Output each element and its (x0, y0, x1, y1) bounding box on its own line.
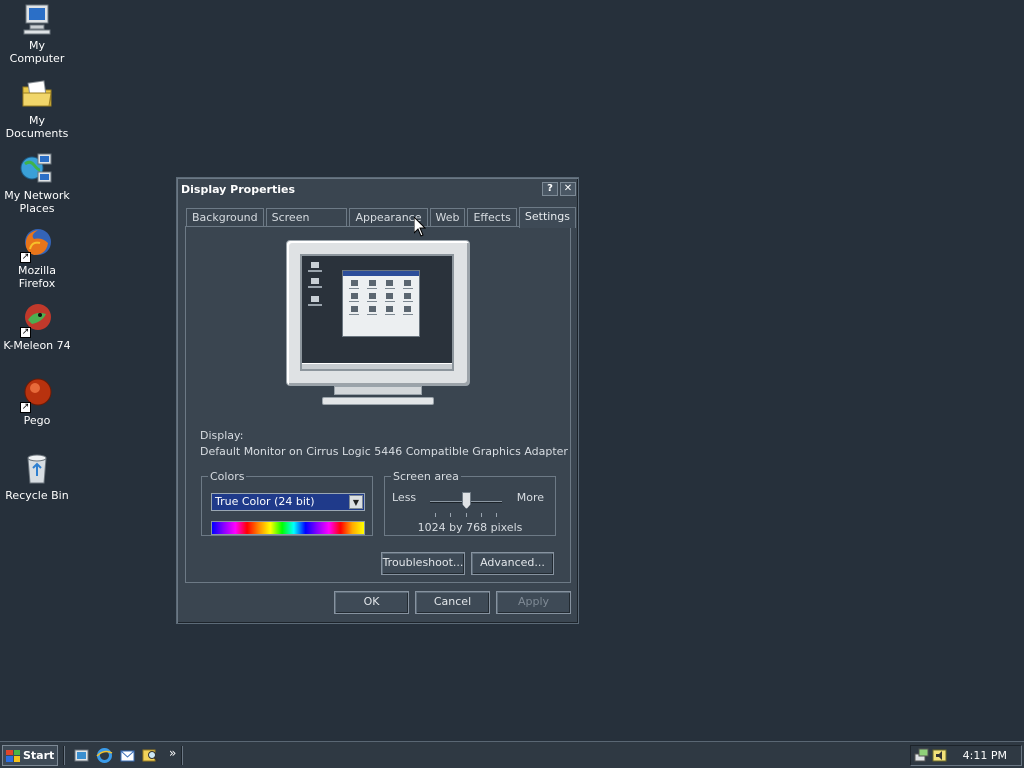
internet-explorer-icon[interactable] (96, 747, 113, 764)
tab-screen-saver[interactable]: Screen Saver (265, 208, 348, 242)
desktop-icon-k-meleon[interactable]: ↗ K-Meleon 74 (0, 302, 74, 352)
firefox-icon: ↗ (20, 227, 54, 263)
settings-panel: Display: Default Monitor on Cirrus Logic… (185, 226, 571, 583)
preview-desktop-icon (308, 278, 322, 290)
troubleshoot-button[interactable]: Troubleshoot... (381, 552, 465, 575)
close-button[interactable]: ✕ (560, 182, 576, 196)
desktop-icon-my-network-places[interactable]: My Network Places (0, 152, 74, 215)
preview-window (342, 270, 420, 337)
taskbar: Start » 4:11 PM (0, 741, 1024, 768)
windows-logo-icon (6, 749, 20, 762)
pego-icon: ↗ (20, 377, 54, 413)
taskbar-clock[interactable]: 4:11 PM (963, 749, 1007, 762)
tab-settings[interactable]: Settings (518, 207, 576, 228)
start-label: Start (23, 749, 55, 762)
desktop-icon-mozilla-firefox[interactable]: ↗ Mozilla Firefox (0, 227, 74, 290)
shortcut-arrow-icon: ↗ (20, 252, 31, 263)
desktop-icon-label: My Computer (9, 39, 65, 65)
documents-folder-icon (20, 77, 54, 111)
desktop-icon-pego[interactable]: ↗ Pego (0, 377, 74, 427)
resolution-readout: 1024 by 768 pixels (417, 521, 523, 534)
tab-effects[interactable]: Effects (467, 208, 517, 227)
colors-selected-value: True Color (24 bit) (215, 495, 315, 508)
display-label: Display: (200, 429, 244, 442)
recycle-bin-icon (20, 452, 54, 486)
tab-strip: Background Screen Saver Appearance Web E… (186, 206, 578, 242)
taskbar-separator (181, 746, 183, 765)
start-button[interactable]: Start (2, 745, 58, 766)
volume-tray-icon[interactable] (932, 748, 947, 763)
network-tray-icon[interactable] (914, 748, 929, 763)
preview-taskbar (302, 363, 452, 369)
mouse-cursor-icon (414, 217, 426, 237)
desktop-icon-label: Mozilla Firefox (18, 264, 56, 290)
dialog-title: Display Properties (181, 182, 296, 196)
colors-legend: Colors (210, 470, 245, 483)
k-meleon-icon: ↗ (20, 302, 54, 338)
system-tray: 4:11 PM (910, 745, 1022, 766)
show-desktop-icon[interactable] (73, 747, 90, 764)
tab-background[interactable]: Background (186, 208, 264, 227)
computer-icon (20, 2, 54, 36)
preview-desktop-icon (308, 296, 322, 308)
ok-button[interactable]: OK (334, 591, 409, 614)
resolution-slider-thumb[interactable] (462, 492, 471, 509)
more-label: More (516, 491, 544, 504)
help-button[interactable]: ? (542, 182, 558, 196)
advanced-button[interactable]: Advanced... (471, 552, 554, 575)
search-icon[interactable] (142, 747, 159, 764)
less-label: Less (392, 491, 417, 504)
desktop-icon-label: Recycle Bin (5, 489, 69, 502)
quick-launch-chevron-icon[interactable]: » (169, 746, 176, 760)
preview-desktop-icon (308, 262, 322, 274)
monitor-screen (300, 254, 454, 371)
desktop-icon-label: My Documents (5, 114, 69, 140)
tab-web[interactable]: Web (429, 208, 466, 227)
cancel-button[interactable]: Cancel (415, 591, 490, 614)
shortcut-arrow-icon: ↗ (20, 327, 31, 338)
chevron-down-icon[interactable]: ▼ (349, 495, 363, 509)
slider-ticks (435, 513, 497, 517)
apply-button[interactable]: Apply (496, 591, 571, 614)
network-places-icon (20, 152, 54, 186)
monitor-base (322, 397, 434, 405)
shortcut-arrow-icon: ↗ (20, 402, 31, 413)
screen-area-group: Screen area Less More 1024 by 768 pixels (384, 470, 556, 536)
desktop-icon-label: K-Meleon 74 (3, 339, 71, 352)
colors-dropdown[interactable]: True Color (24 bit) ▼ (211, 493, 365, 511)
monitor-preview (286, 240, 470, 410)
desktop-icon-my-computer[interactable]: My Computer (0, 2, 74, 65)
desktop-icon-label: My Network Places (4, 189, 70, 215)
taskbar-separator (63, 746, 65, 765)
colors-group: Colors True Color (24 bit) ▼ (201, 470, 373, 536)
display-value: Default Monitor on Cirrus Logic 5446 Com… (200, 445, 568, 458)
color-spectrum-bar (211, 521, 365, 535)
desktop-icon-my-documents[interactable]: My Documents (0, 77, 74, 140)
screen-area-legend: Screen area (393, 470, 459, 483)
display-properties-dialog: Display Properties ? ✕ Background Screen… (176, 177, 579, 624)
monitor-neck (334, 386, 422, 395)
title-bar[interactable]: Display Properties ? ✕ (179, 180, 576, 198)
desktop-icon-recycle-bin[interactable]: Recycle Bin (0, 452, 74, 502)
desktop-icon-label: Pego (23, 414, 51, 427)
outlook-express-icon[interactable] (119, 747, 136, 764)
